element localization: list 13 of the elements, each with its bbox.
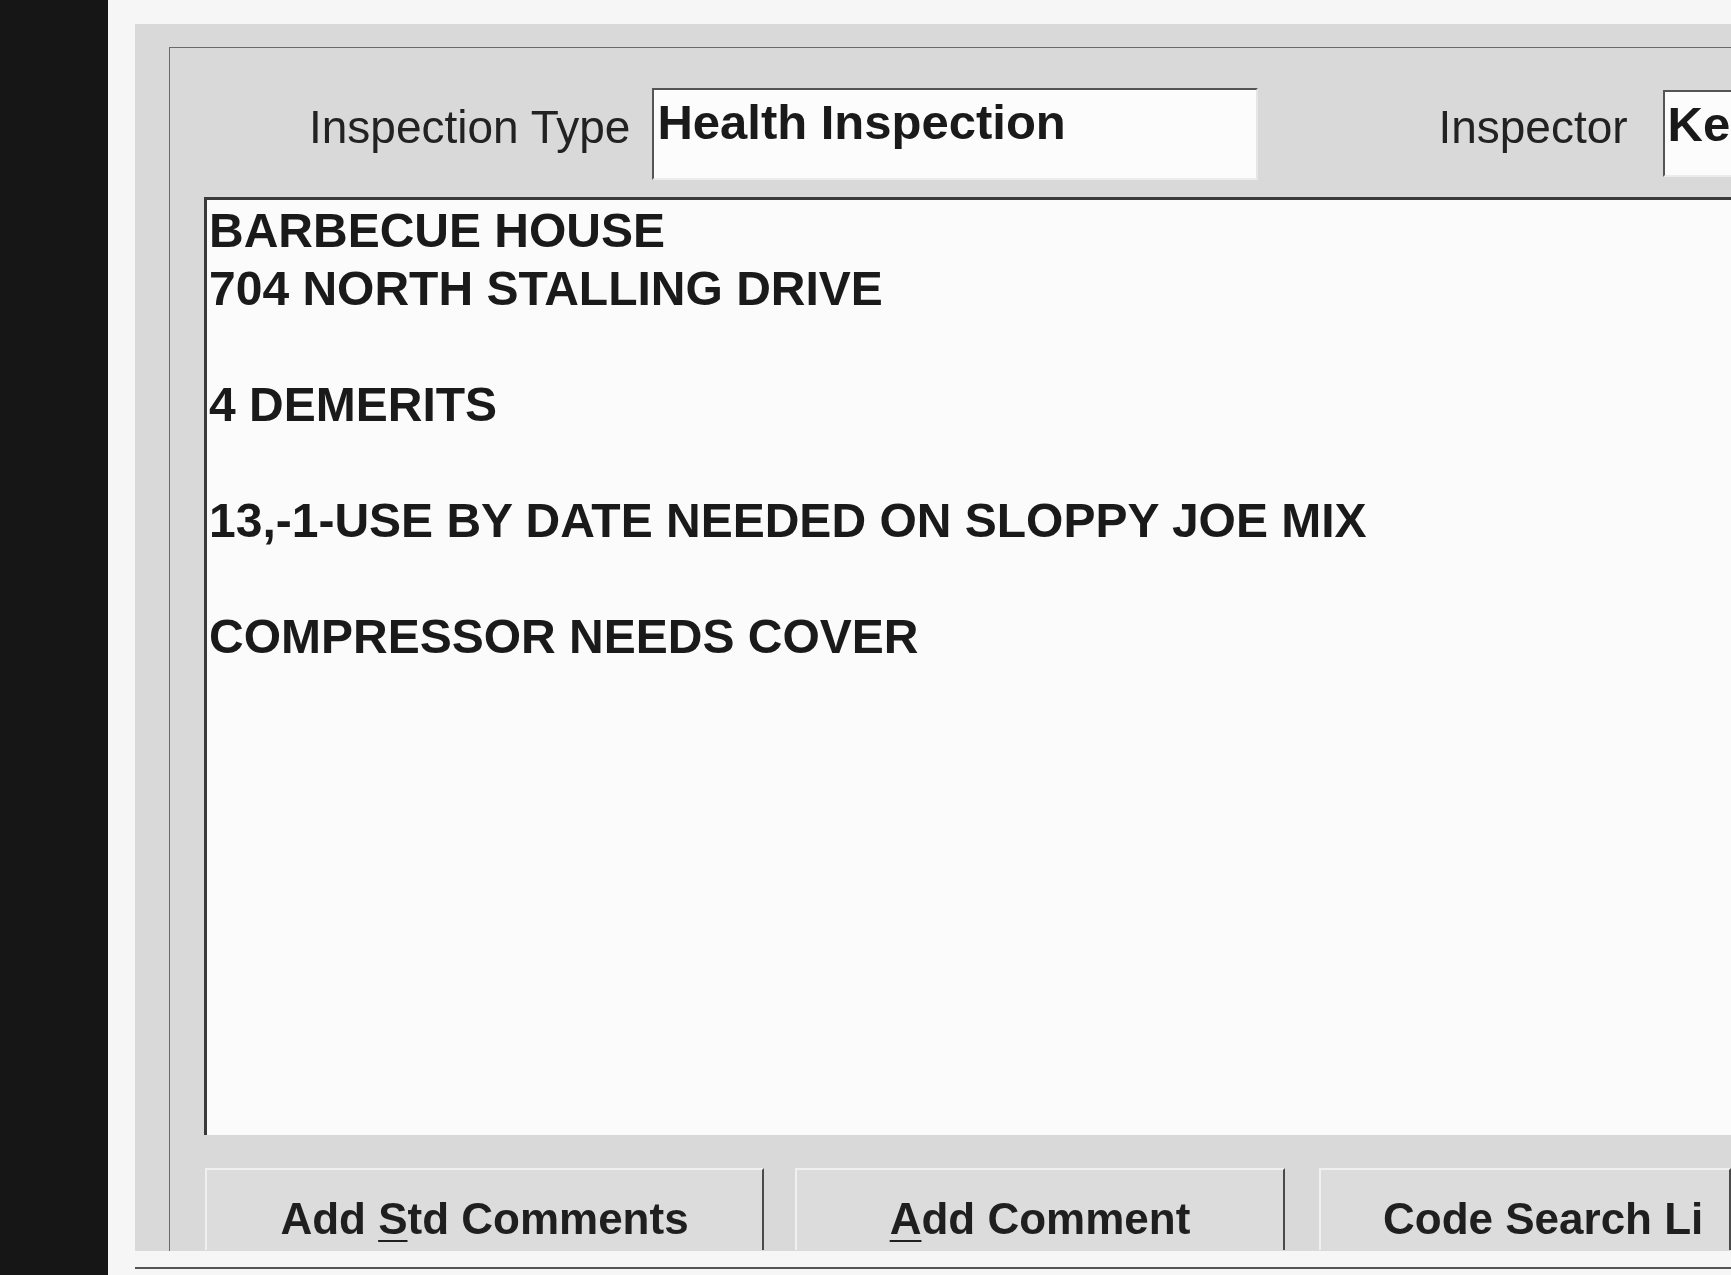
comment-line: 13,-1-USE BY DATE NEEDED ON SLOPPY JOE MIX — [209, 493, 1367, 549]
comments-field[interactable]: BARBECUE HOUSE 704 NORTH STALLING DRIVE 4 DEMERITS 13,-1-USE BY DATE NEEDED ON SLOPPY JOE MIX COMPRESSOR NEEDS COVER — [204, 197, 1731, 1135]
comment-line: 704 NORTH STALLING DRIVE — [209, 261, 883, 317]
text-field[interactable]: Ke — [1662, 90, 1731, 177]
comment-line: 4 DEMERITS — [209, 377, 498, 433]
text-field[interactable]: Health Inspection — [652, 88, 1259, 180]
comment-line: COMPRESSOR NEEDS COVER — [209, 609, 919, 665]
action-button[interactable]: Add Std Comments — [205, 1168, 764, 1250]
field-label: Inspection Type — [309, 101, 631, 153]
field-label: Inspector — [1438, 101, 1628, 153]
comment-line: BARBECUE HOUSE — [209, 203, 666, 259]
action-button[interactable]: Code Search Li — [1319, 1168, 1731, 1250]
action-button[interactable]: Add Comment — [795, 1168, 1285, 1250]
